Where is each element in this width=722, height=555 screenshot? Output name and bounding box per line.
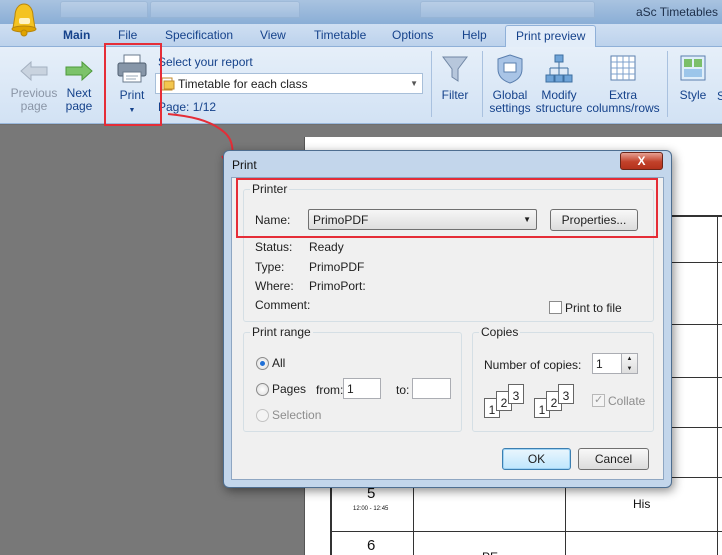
range-all-label: All	[272, 356, 286, 370]
filter-label: Filter	[441, 88, 469, 102]
print-to-file-label: Print to file	[565, 301, 622, 315]
range-all-radio[interactable]	[256, 357, 269, 370]
filter-button[interactable]: Filter	[437, 53, 473, 102]
period-number: 6	[367, 537, 376, 554]
copies-legend: Copies	[481, 325, 519, 339]
where-label: Where:	[255, 279, 294, 293]
type-label: Type:	[255, 260, 285, 274]
cut-off-label: S	[716, 89, 722, 103]
range-selection-radio[interactable]	[256, 409, 269, 422]
arrow-left-icon	[20, 60, 48, 82]
report-select[interactable]: Timetable for each class ▼	[155, 73, 423, 94]
period-time: 12:00 - 12:45	[353, 506, 389, 512]
cancel-button[interactable]: Cancel	[578, 448, 649, 470]
from-label: from:	[316, 383, 344, 397]
next-page-button[interactable]: Next page	[58, 59, 100, 113]
print-to-file-checkbox[interactable]	[549, 301, 562, 314]
arrow-right-icon	[65, 60, 93, 82]
to-input[interactable]	[412, 378, 451, 399]
modify-structure-line2: structure	[535, 101, 583, 115]
next-page-line2: page	[65, 99, 93, 113]
tab-options[interactable]: Options	[392, 28, 433, 42]
collate-illustration: 1 2 3 1 2 3	[484, 384, 580, 422]
collate-page-icon: 3	[558, 384, 574, 404]
range-selection-label: Selection	[272, 408, 322, 422]
previous-page-line2: page	[20, 99, 48, 113]
where-value: PrimoPort:	[309, 279, 366, 293]
tab-specification[interactable]: Specification	[165, 28, 233, 42]
range-pages-radio[interactable]	[256, 383, 269, 396]
chevron-down-icon[interactable]: ▼	[410, 79, 418, 88]
comment-label: Comment:	[255, 298, 311, 312]
previous-page-button[interactable]: Previous page	[10, 59, 58, 113]
collate-label: Collate	[608, 394, 646, 408]
type-value: PrimoPDF	[309, 260, 365, 274]
status-value: Ready	[309, 240, 344, 254]
extra-columns-line2: columns/rows	[586, 101, 660, 115]
hierarchy-icon	[545, 54, 573, 83]
ok-button[interactable]: OK	[502, 448, 571, 470]
tab-file[interactable]: File	[118, 28, 137, 42]
ribbon-divider	[482, 51, 483, 117]
global-settings-button[interactable]: Global settings	[487, 53, 533, 115]
copies-spinner[interactable]: ▲ ▼	[622, 353, 638, 374]
grid-icon	[610, 55, 636, 81]
asc-logo-icon[interactable]	[8, 2, 40, 38]
range-pages-label: Pages	[272, 382, 307, 396]
close-icon: X	[637, 154, 646, 168]
tab-view[interactable]: View	[260, 28, 286, 42]
annotation-box	[236, 178, 658, 238]
dialog-close-button[interactable]: X	[620, 152, 663, 170]
report-icon	[161, 77, 175, 91]
title-bar: aSc Timetables	[0, 0, 722, 24]
funnel-icon	[442, 56, 468, 82]
grid-line	[717, 215, 718, 555]
report-select-value: Timetable for each class	[178, 77, 308, 91]
from-input[interactable]	[343, 378, 381, 399]
report-label: Select your report	[158, 55, 253, 69]
grid-line	[330, 531, 722, 532]
style-label: Style	[679, 88, 707, 102]
status-label: Status:	[255, 240, 293, 254]
collate-checkbox[interactable]	[592, 393, 605, 407]
collate-page-icon: 3	[508, 384, 524, 404]
modify-structure-button[interactable]: Modify structure	[535, 53, 583, 115]
ribbon-divider	[667, 51, 668, 117]
tab-help[interactable]: Help	[462, 28, 487, 42]
number-of-copies-label: Number of copies:	[484, 358, 582, 372]
dialog-title: Print	[232, 158, 257, 172]
shield-icon	[497, 54, 523, 84]
style-icon	[680, 55, 706, 81]
style-button[interactable]: Style	[676, 53, 710, 102]
global-settings-line2: settings	[489, 101, 531, 115]
tab-timetable[interactable]: Timetable	[314, 28, 366, 42]
cut-off-ribbon-item[interactable]: S	[715, 90, 722, 103]
print-range-legend: Print range	[252, 325, 311, 339]
number-of-copies-input[interactable]	[592, 353, 622, 374]
extra-columns-rows-button[interactable]: Extra columns/rows	[586, 53, 660, 115]
tab-print-preview[interactable]: Print preview	[505, 25, 597, 48]
timetable-cell: His	[633, 497, 651, 511]
ribbon-divider	[431, 51, 432, 117]
to-label: to:	[396, 383, 410, 397]
timetable-cell: PE	[482, 550, 498, 555]
tab-main[interactable]: Main	[63, 28, 90, 42]
window-title: aSc Timetables	[635, 5, 718, 19]
